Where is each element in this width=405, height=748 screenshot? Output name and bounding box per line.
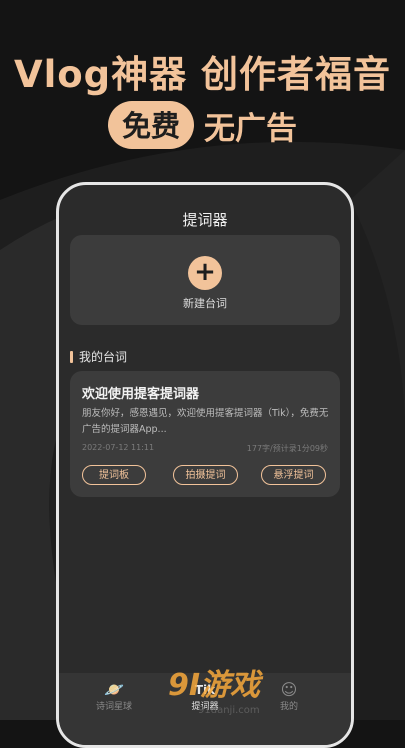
tab-label: 诗词星球: [95, 702, 132, 712]
shoot-prompt-button[interactable]: 拍摄提词: [173, 465, 238, 485]
script-description: 朋友你好，感恩遇见，欢迎使用提客提词器（Tik），免费无广告的提词器App...: [82, 408, 329, 435]
section-title-text: 我的台词: [79, 350, 128, 364]
section-bar-icon: [70, 350, 73, 363]
headline: Vlog神器 创作者福音: [13, 53, 392, 96]
plus-icon[interactable]: +: [188, 256, 222, 290]
script-title: 欢迎使用提客提词器: [82, 387, 200, 402]
tab-poetry-planet[interactable]: 🪐 诗词星球: [89, 680, 139, 713]
tab-label: 我的: [279, 702, 298, 712]
script-stats: 177字/预计录1分09秒: [246, 444, 328, 453]
free-badge: 免费: [107, 101, 194, 149]
planet-icon: 🪐: [104, 680, 124, 699]
no-ads-text: 无广告: [204, 110, 297, 147]
tab-mine[interactable]: ☺ 我的: [269, 680, 309, 713]
section-title: 我的台词: [70, 348, 127, 365]
teleprompter-board-button[interactable]: 提词板: [82, 465, 146, 485]
new-script-label: 新建台词: [183, 297, 227, 310]
app-title: 提词器: [182, 211, 228, 229]
floating-prompt-button[interactable]: 悬浮提词: [261, 465, 326, 485]
script-date: 2022-07-12 11:11: [82, 443, 155, 452]
script-card[interactable]: 欢迎使用提客提词器 朋友你好，感恩遇见，欢迎使用提客提词器（Tik），免费无广告…: [70, 371, 340, 497]
watermark-logo: 9I游戏: [168, 668, 261, 703]
new-script-card[interactable]: + 新建台词: [70, 235, 340, 325]
subheadline: 免费 无广告: [0, 101, 405, 149]
watermark-url: 91danji.com: [198, 705, 260, 716]
smile-icon: ☺: [280, 680, 298, 699]
